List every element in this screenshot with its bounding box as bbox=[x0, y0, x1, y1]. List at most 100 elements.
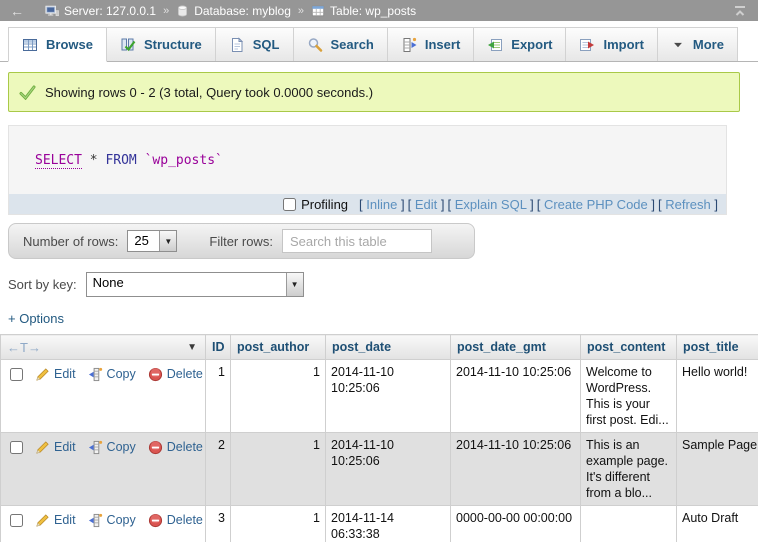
query-links: [ Inline ][ Edit ][ Explain SQL ][ Creat… bbox=[356, 197, 718, 212]
cell-post_author: 1 bbox=[231, 433, 326, 506]
sql-keyword-select[interactable]: SELECT bbox=[35, 153, 82, 169]
table-icon bbox=[311, 4, 325, 18]
row-actions: Edit Copy Delete bbox=[6, 437, 200, 455]
sort-arrow-icon[interactable]: ▼ bbox=[187, 342, 199, 353]
breadcrumb-bar: ← Server: 127.0.0.1 » Database: myblog »… bbox=[0, 0, 758, 21]
tab-search[interactable]: Search bbox=[294, 27, 388, 61]
column-header-post_content[interactable]: post_content bbox=[581, 335, 677, 360]
row-checkbox[interactable] bbox=[10, 441, 23, 454]
collapse-top-icon[interactable] bbox=[732, 4, 748, 18]
cell-post_title: Sample Page bbox=[677, 433, 758, 506]
copy-link[interactable]: Copy bbox=[107, 366, 136, 382]
breadcrumb-database[interactable]: Database: myblog bbox=[194, 4, 291, 18]
cell-id: 3 bbox=[206, 506, 231, 542]
back-arrow-icon[interactable]: ← bbox=[10, 3, 24, 19]
row-actions: Edit Copy Delete bbox=[6, 364, 200, 382]
filter-rows-label: Filter rows: bbox=[209, 234, 273, 249]
sort-by-key-select[interactable]: None ▼ bbox=[86, 272, 304, 297]
breadcrumb-server[interactable]: Server: 127.0.0.1 bbox=[64, 4, 156, 18]
tab-insert[interactable]: Insert bbox=[388, 27, 474, 61]
cell-post_title: Hello world! bbox=[677, 360, 758, 433]
query-link[interactable]: Explain SQL bbox=[455, 197, 527, 212]
query-action-create-php-code: [ Create PHP Code ] bbox=[537, 197, 655, 212]
success-check-icon bbox=[19, 85, 36, 100]
tab-more[interactable]: More bbox=[658, 27, 738, 61]
rows-control-bar: Number of rows: 25 ▼ Filter rows: bbox=[8, 223, 475, 259]
column-header-actions: ←T→ ▼ bbox=[1, 335, 206, 360]
options-toggle[interactable]: + Options bbox=[8, 311, 64, 326]
query-action-inline: [ Inline ] bbox=[359, 197, 405, 212]
edit-link[interactable]: Edit bbox=[54, 512, 76, 528]
delete-icon bbox=[148, 367, 163, 382]
pencil-icon bbox=[35, 367, 50, 382]
number-of-rows-select[interactable]: 25 ▼ bbox=[127, 230, 177, 252]
tab-label: Structure bbox=[144, 37, 202, 52]
table-row: EditCopyDelete312014-11-14 06:33:380000-… bbox=[1, 506, 758, 542]
cell-post_date_gmt: 2014-11-10 10:25:06 bbox=[451, 433, 581, 506]
profiling-label: Profiling bbox=[301, 197, 348, 212]
column-header-post_date[interactable]: post_date bbox=[326, 335, 451, 360]
sql-keyword-from: FROM bbox=[105, 153, 136, 168]
tab-browse[interactable]: Browse bbox=[8, 27, 107, 62]
export-icon bbox=[487, 37, 503, 53]
cell-post_title: Auto Draft bbox=[677, 506, 758, 542]
cell-post_content: This is an example page. It's different … bbox=[581, 433, 677, 506]
edit-link[interactable]: Edit bbox=[54, 366, 76, 382]
chevron-down-icon bbox=[671, 38, 685, 52]
status-message: Showing rows 0 - 2 (3 total, Query took … bbox=[8, 72, 740, 112]
delete-link[interactable]: Delete bbox=[167, 366, 203, 382]
query-link[interactable]: Inline bbox=[366, 197, 397, 212]
column-visibility-marker[interactable]: ←T→ bbox=[7, 340, 41, 355]
table-header-row: ←T→ ▼ IDpost_authorpost_datepost_date_gm… bbox=[1, 335, 758, 360]
breadcrumb-table[interactable]: Table: wp_posts bbox=[330, 4, 416, 18]
browse-icon bbox=[22, 37, 38, 53]
cell-post_date_gmt: 2014-11-10 10:25:06 bbox=[451, 360, 581, 433]
tab-structure[interactable]: Structure bbox=[107, 27, 216, 61]
search-icon bbox=[307, 37, 323, 53]
copy-link[interactable]: Copy bbox=[107, 512, 136, 528]
sql-star: * bbox=[90, 153, 98, 168]
number-of-rows-label: Number of rows: bbox=[23, 234, 118, 249]
sql-query: SELECT * FROM `wp_posts` bbox=[9, 126, 726, 194]
profiling-checkbox[interactable] bbox=[283, 198, 296, 211]
column-header-post_date_gmt[interactable]: post_date_gmt bbox=[451, 335, 581, 360]
column-header-post_title[interactable]: post_title bbox=[677, 335, 758, 360]
query-action-explain-sql: [ Explain SQL ] bbox=[447, 197, 533, 212]
query-box: SELECT * FROM `wp_posts` Profiling [ Inl… bbox=[8, 125, 727, 215]
copy-icon bbox=[88, 513, 103, 528]
tab-import[interactable]: Import bbox=[566, 27, 657, 61]
row-actions: Edit Copy Delete bbox=[6, 510, 200, 528]
filter-rows-input[interactable] bbox=[282, 229, 432, 253]
column-header-post_author[interactable]: post_author bbox=[231, 335, 326, 360]
sort-by-key-row: Sort by key: None ▼ bbox=[8, 271, 758, 297]
chevron-down-icon: ▼ bbox=[286, 273, 303, 296]
cell-post_date: 2014-11-10 10:25:06 bbox=[326, 360, 451, 433]
cell-post_date_gmt: 0000-00-00 00:00:00 bbox=[451, 506, 581, 542]
breadcrumb-separator: » bbox=[163, 5, 169, 17]
table-row: EditCopyDelete112014-11-10 10:25:062014-… bbox=[1, 360, 758, 433]
row-actions-cell: Edit Copy Delete bbox=[1, 506, 206, 542]
tab-label: Insert bbox=[425, 37, 460, 52]
row-checkbox[interactable] bbox=[10, 368, 23, 381]
cell-id: 2 bbox=[206, 433, 231, 506]
edit-link[interactable]: Edit bbox=[54, 439, 76, 455]
delete-link[interactable]: Delete bbox=[167, 512, 203, 528]
server-icon bbox=[45, 4, 59, 18]
delete-icon bbox=[148, 513, 163, 528]
breadcrumb-separator: » bbox=[298, 5, 304, 17]
row-actions-cell: Edit Copy Delete bbox=[1, 360, 206, 433]
query-link[interactable]: Refresh bbox=[665, 197, 711, 212]
copy-link[interactable]: Copy bbox=[107, 439, 136, 455]
results-table: ←T→ ▼ IDpost_authorpost_datepost_date_gm… bbox=[0, 334, 758, 542]
tab-export[interactable]: Export bbox=[474, 27, 566, 61]
cell-id: 1 bbox=[206, 360, 231, 433]
query-link[interactable]: Edit bbox=[415, 197, 437, 212]
delete-link[interactable]: Delete bbox=[167, 439, 203, 455]
column-header-id[interactable]: ID bbox=[206, 335, 231, 360]
tab-sql[interactable]: SQL bbox=[216, 27, 294, 61]
query-link[interactable]: Create PHP Code bbox=[544, 197, 648, 212]
structure-icon bbox=[120, 37, 136, 53]
pencil-icon bbox=[35, 440, 50, 455]
row-checkbox[interactable] bbox=[10, 514, 23, 527]
cell-post_date: 2014-11-14 06:33:38 bbox=[326, 506, 451, 542]
